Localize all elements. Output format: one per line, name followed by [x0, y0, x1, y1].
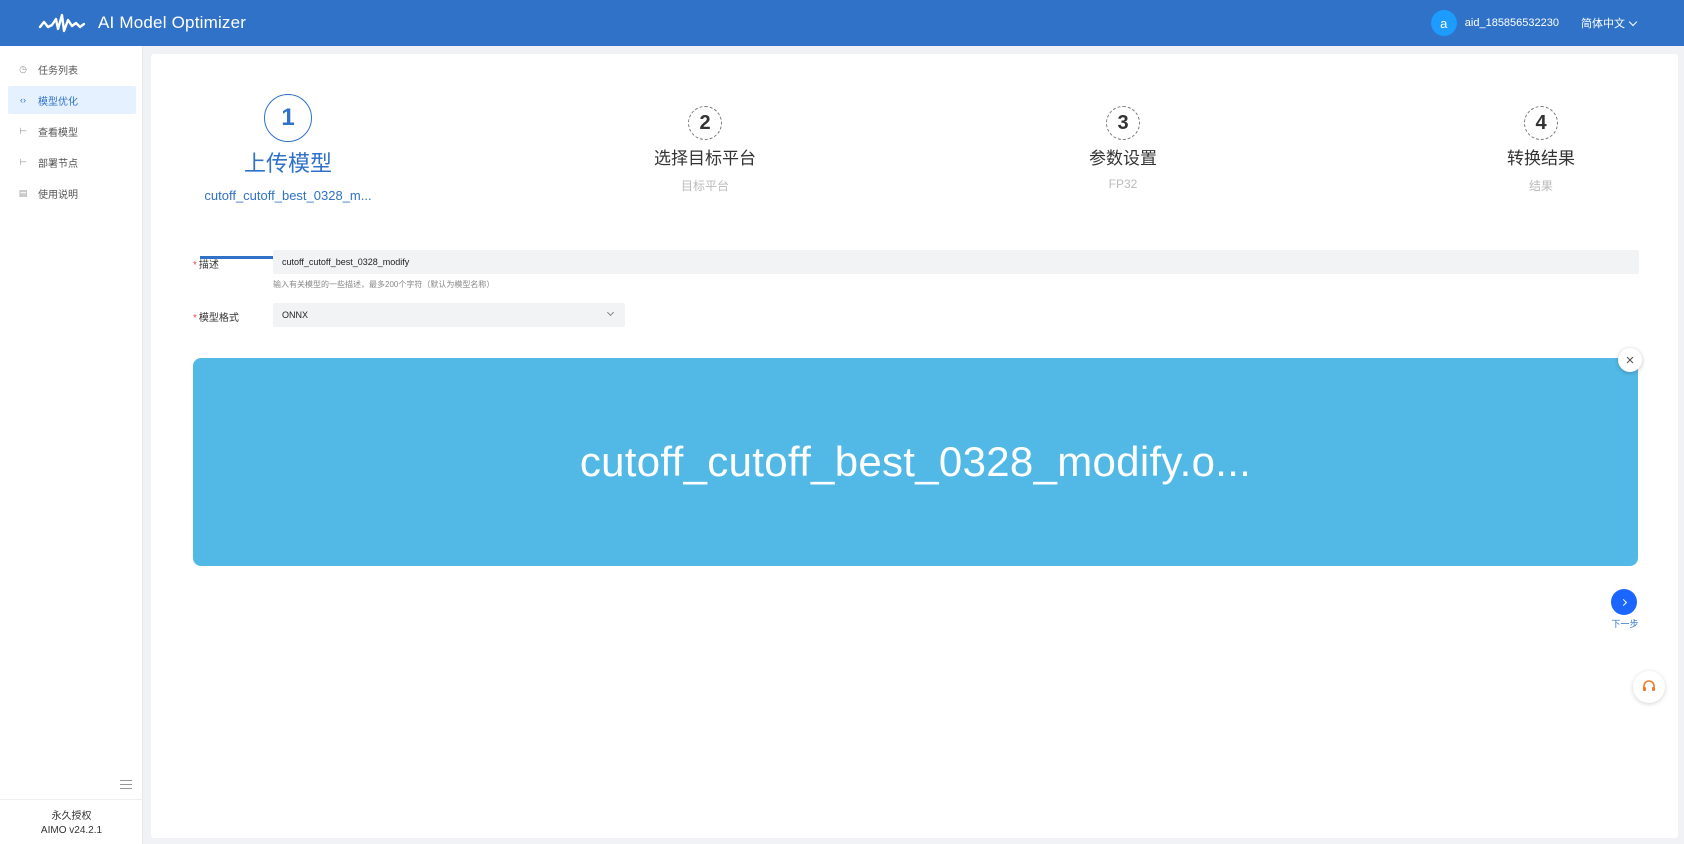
chevron-down-icon: [606, 308, 615, 317]
step-3-parameters[interactable]: 3 参数设置 FP32: [1013, 94, 1233, 191]
description-value: cutoff_cutoff_best_0328_modify: [282, 257, 410, 267]
clock-icon: ◷: [19, 64, 27, 74]
chevron-down-icon: [1628, 17, 1638, 26]
step-subtitle: 目标平台: [680, 179, 729, 193]
top-header: AI Model Optimizer a aid_185856532230 简体…: [0, 0, 1684, 46]
step-1-upload-model[interactable]: 1 上传模型 cutoff_cutoff_best_0328_m...: [178, 94, 398, 203]
step-2-target-platform[interactable]: 2 选择目标平台 目标平台: [595, 94, 815, 194]
license-type: 永久授权: [51, 811, 92, 822]
version-label: AIMO v24.2.1: [40, 825, 103, 836]
chevron-right-icon: [1619, 598, 1627, 606]
sidebar: ◷ 任务列表 ‹› 模型优化 ⊢ 查看模型 ⊢ 部署节点 ▤ 使用说明 永久授权…: [0, 46, 143, 844]
model-format-row: * 模型格式 ONNX: [193, 303, 625, 327]
step-4-result[interactable]: 4 转换结果 结果: [1431, 94, 1651, 194]
step-title: 选择目标平台: [654, 149, 756, 168]
model-format-select[interactable]: ONNX: [273, 303, 625, 327]
next-step-button[interactable]: [1611, 589, 1637, 615]
sidebar-item-view-model[interactable]: ⊢ 查看模型: [8, 117, 136, 145]
uploaded-file-name: cutoff_cutoff_best_0328_modify.o...: [579, 438, 1252, 485]
doc-icon: ▤: [18, 188, 28, 198]
step-number: 4: [1524, 106, 1558, 140]
username[interactable]: aid_185856532230: [1465, 17, 1559, 29]
model-format-value: ONNX: [282, 310, 309, 320]
menu-collapse-icon[interactable]: [120, 780, 132, 790]
app-title: AI Model Optimizer: [98, 13, 247, 32]
sidebar-item-instructions[interactable]: ▤ 使用说明: [8, 179, 136, 207]
sidebar-item-label: 查看模型: [38, 127, 78, 139]
sidebar-item-label: 部署节点: [38, 158, 78, 170]
app-logo[interactable]: AI Model Optimizer: [38, 11, 246, 35]
remove-file-close-icon[interactable]: ×: [1618, 348, 1642, 372]
step-subtitle: cutoff_cutoff_best_0328_m...: [204, 188, 372, 203]
step-subtitle: FP32: [1108, 177, 1138, 191]
model-format-label: * 模型格式: [193, 313, 239, 324]
step-number: 1: [264, 94, 312, 142]
waveform-logo-icon: [38, 13, 86, 33]
next-step-label[interactable]: 下一步: [1605, 617, 1645, 630]
step-number: 3: [1106, 106, 1140, 140]
sidebar-item-label: 使用说明: [38, 189, 78, 201]
code-icon: ‹›: [20, 95, 26, 105]
support-headset-icon[interactable]: [1633, 671, 1665, 703]
step-title: 转换结果: [1507, 149, 1575, 168]
step-subtitle: 结果: [1528, 179, 1553, 193]
description-input[interactable]: cutoff_cutoff_best_0328_modify: [273, 250, 1639, 274]
language-label: 简体中文: [1581, 18, 1625, 30]
sidebar-nav: ◷ 任务列表 ‹› 模型优化 ⊢ 查看模型 ⊢ 部署节点 ▤ 使用说明: [0, 46, 142, 207]
language-selector[interactable]: 简体中文: [1581, 15, 1638, 31]
step-title: 上传模型: [243, 151, 332, 176]
step-title: 参数设置: [1089, 149, 1157, 168]
main-panel: 1 上传模型 cutoff_cutoff_best_0328_m... 2 选择…: [151, 54, 1678, 838]
sidebar-item-label: 模型优化: [38, 96, 78, 108]
description-row: * 描述 cutoff_cutoff_best_0328_modify 输入有关模…: [193, 250, 1639, 290]
description-hint: 输入有关模型的一些描述，最多200个字符（默认为模型名称）: [273, 280, 495, 289]
sidebar-item-task-list[interactable]: ◷ 任务列表: [8, 55, 136, 83]
uploaded-file-card: cutoff_cutoff_best_0328_modify.o...: [193, 358, 1638, 566]
step-number: 2: [688, 106, 722, 140]
description-label: * 描述: [193, 260, 219, 271]
sidebar-item-model-optimize[interactable]: ‹› 模型优化: [8, 86, 136, 114]
user-avatar[interactable]: a: [1430, 10, 1457, 36]
user-area: a aid_185856532230 简体中文: [1430, 0, 1684, 46]
deploy-icon: ⊢: [19, 157, 27, 167]
headset-icon: [1643, 680, 1655, 691]
sidebar-item-label: 任务列表: [38, 65, 78, 77]
sidebar-item-deploy-node[interactable]: ⊢ 部署节点: [8, 148, 136, 176]
step-indicator: 1 上传模型 cutoff_cutoff_best_0328_m... 2 选择…: [151, 94, 1678, 259]
license-info: 永久授权 AIMO v24.2.1: [0, 799, 143, 838]
model-icon: ⊢: [19, 126, 27, 136]
